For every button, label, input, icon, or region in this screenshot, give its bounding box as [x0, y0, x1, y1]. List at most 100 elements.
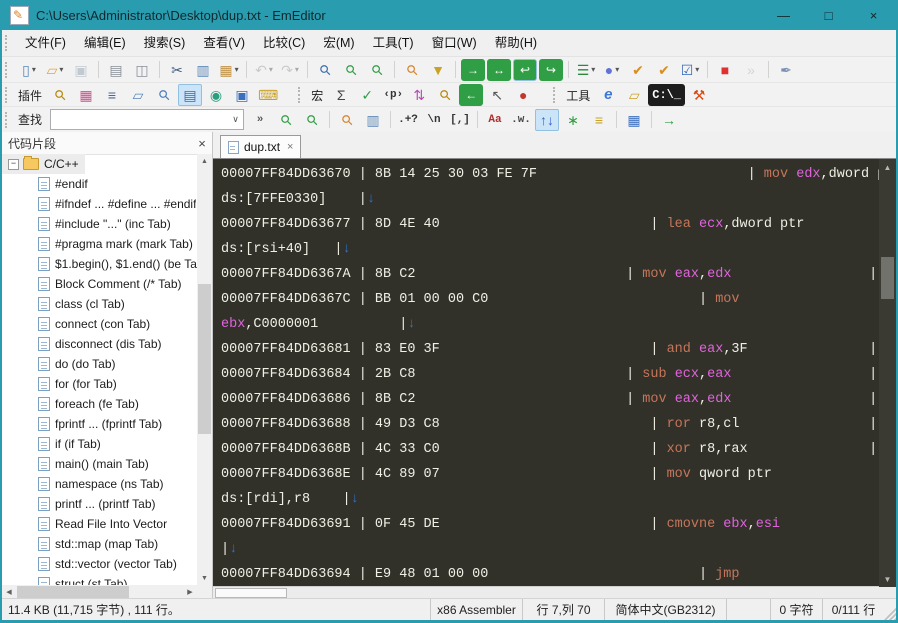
snippet-item-2[interactable]: #ifndef ... #define ... #endif: [2, 194, 197, 214]
tab-dup-txt[interactable]: dup.txt ×: [220, 135, 302, 158]
status-syntax[interactable]: x86 Assembler: [430, 599, 522, 620]
char-range-button[interactable]: [,]: [448, 109, 472, 131]
close-button[interactable]: ×: [851, 0, 896, 30]
select-macros-button[interactable]: ☑ ▾: [678, 59, 702, 81]
macro-back-button[interactable]: ←: [459, 84, 484, 106]
macro-tag-button[interactable]: ‹p›: [381, 84, 405, 106]
outline-button[interactable]: ☰ ▾: [574, 59, 598, 81]
print-preview-button[interactable]: ◫: [130, 59, 154, 81]
snippet-item-20[interactable]: std::vector (vector Tab): [2, 554, 197, 574]
dropdown-arrow-icon[interactable]: ▾: [591, 65, 595, 74]
snippet-item-15[interactable]: main() (main Tab): [2, 454, 197, 474]
filter-button[interactable]: ▼: [426, 59, 450, 81]
menu-item-5[interactable]: 比较(C): [254, 31, 314, 56]
scrollbar-thumb[interactable]: [198, 284, 211, 434]
count-matches-button[interactable]: ∗: [561, 109, 585, 131]
plugin-snippets-button[interactable]: ▤: [178, 84, 203, 106]
undo-button[interactable]: ↶ ▾: [252, 59, 276, 81]
snippet-item-7[interactable]: class (cl Tab): [2, 294, 197, 314]
menu-item-2[interactable]: 编辑(E): [75, 31, 135, 56]
wrap-indicator-button[interactable]: ↪: [539, 58, 563, 81]
resize-grip[interactable]: [884, 608, 896, 620]
resume-button[interactable]: »: [739, 59, 763, 81]
snippet-item-10[interactable]: do (do Tab): [2, 354, 197, 374]
open-button[interactable]: ▱ ▾: [43, 59, 67, 81]
snippet-item-5[interactable]: $1.begin(), $1.end() (be Tab): [2, 254, 197, 274]
redo-button[interactable]: ↷ ▾: [278, 59, 302, 81]
status-encoding[interactable]: 简体中文(GB2312): [604, 599, 726, 620]
plugin-explorer-button[interactable]: ⚲: [48, 84, 72, 106]
macro-sum-button[interactable]: Σ: [329, 84, 353, 106]
snippet-item-18[interactable]: Read File Into Vector: [2, 514, 197, 534]
findbar-prev-button[interactable]: ⚲: [274, 109, 298, 131]
scroll-right-icon[interactable]: ▶: [183, 585, 197, 599]
macro-select-ruler-button[interactable]: ↖: [485, 84, 509, 106]
scroll-down-icon[interactable]: ▼: [879, 571, 896, 587]
macro-find-folder-button[interactable]: ⚲: [433, 84, 457, 106]
snippet-item-6[interactable]: Block Comment (/* Tab): [2, 274, 197, 294]
snippet-item-9[interactable]: disconnect (dis Tab): [2, 334, 197, 354]
search-up-down-button[interactable]: ↑↓: [535, 108, 560, 131]
status-char-count[interactable]: 0 字符: [770, 599, 822, 620]
menu-item-6[interactable]: 宏(M): [314, 31, 363, 56]
dropdown-arrow-icon[interactable]: ▾: [695, 65, 699, 74]
wrap-none-button[interactable]: →: [461, 58, 485, 81]
menu-item-3[interactable]: 搜索(S): [135, 31, 195, 56]
minimize-button[interactable]: —: [761, 0, 806, 30]
plugin-search-button[interactable]: ⚲: [152, 84, 176, 106]
snippet-item-17[interactable]: printf ... (printf Tab): [2, 494, 197, 514]
new-document-button[interactable]: ▯ ▾: [17, 59, 41, 81]
stop-button[interactable]: ■: [713, 59, 737, 81]
expander-collapse-icon[interactable]: −: [8, 158, 19, 170]
findbar-next-button[interactable]: ⚲: [300, 109, 324, 131]
snippet-item-4[interactable]: #pragma mark (mark Tab): [2, 234, 197, 254]
print-button[interactable]: ▤: [104, 59, 128, 81]
display-options-button[interactable]: ▦: [622, 109, 646, 131]
wrap-by-window-button[interactable]: ↔: [487, 58, 511, 81]
scrollbar-thumb[interactable]: [17, 586, 129, 598]
editor-content[interactable]: 00007FF84DD63670 | 8B 14 25 30 03 FE 7F …: [213, 159, 879, 587]
snippet-item-13[interactable]: fprintf ... (fprintf Tab): [2, 414, 197, 434]
snippet-item-8[interactable]: connect (con Tab): [2, 314, 197, 334]
tool-command-prompt-button[interactable]: C:\_: [648, 84, 686, 106]
status-extra[interactable]: [726, 599, 770, 620]
copy-button[interactable]: ▥: [191, 59, 215, 81]
tool-browser-button[interactable]: e: [596, 84, 620, 106]
editor-vscrollbar[interactable]: ▲ ▼: [879, 159, 896, 587]
dropdown-arrow-icon[interactable]: ▾: [235, 65, 239, 74]
regex-button[interactable]: .+?: [396, 109, 420, 131]
snippet-item-16[interactable]: namespace (ns Tab): [2, 474, 197, 494]
scrollbar-thumb[interactable]: [215, 588, 287, 598]
dropdown-arrow-icon[interactable]: ▾: [59, 65, 63, 74]
tool-hammer-button[interactable]: ⚒: [687, 84, 711, 106]
menu-item-4[interactable]: 查看(V): [194, 31, 254, 56]
match-case-button[interactable]: Aa: [483, 109, 507, 131]
cut-button[interactable]: ✂: [165, 59, 189, 81]
replace-button[interactable]: ⚲: [400, 59, 424, 81]
pin-button[interactable]: ✒: [774, 59, 798, 81]
plugin-outline-text-button[interactable]: ≡: [100, 84, 124, 106]
dropdown-arrow-icon[interactable]: ▾: [269, 65, 273, 74]
menu-item-8[interactable]: 窗口(W): [423, 31, 486, 56]
menu-item-9[interactable]: 帮助(H): [486, 31, 546, 56]
snippets-vscrollbar[interactable]: ▲ ▼: [197, 154, 212, 585]
snippet-item-19[interactable]: std::map (map Tab): [2, 534, 197, 554]
plugin-web-search-button[interactable]: ◉: [204, 84, 228, 106]
paste-button[interactable]: ▦ ▾: [217, 59, 241, 81]
snippet-item-14[interactable]: if (if Tab): [2, 434, 197, 454]
scroll-left-icon[interactable]: ◀: [2, 585, 16, 599]
maximize-button[interactable]: □: [806, 0, 851, 30]
find-button[interactable]: ⚲: [313, 59, 337, 81]
next-document-button[interactable]: →: [657, 109, 681, 131]
status-line-count[interactable]: 0/111 行: [822, 599, 884, 620]
plugin-open-folder-button[interactable]: ▱: [126, 84, 150, 106]
macro-validate-button[interactable]: ✓: [355, 84, 379, 106]
record-macro-button[interactable]: ● ▾: [600, 59, 624, 81]
whole-word-button[interactable]: .w.: [509, 109, 533, 131]
find-previous-button[interactable]: ⚲: [339, 59, 363, 81]
snippet-item-21[interactable]: struct (st Tab): [2, 574, 197, 585]
plugin-word-count-button[interactable]: ⌨: [256, 84, 280, 106]
dropdown-arrow-icon[interactable]: ▾: [615, 65, 619, 74]
macro-sort-button[interactable]: ⇅: [407, 84, 431, 106]
find-combobox[interactable]: ∨: [50, 109, 245, 130]
